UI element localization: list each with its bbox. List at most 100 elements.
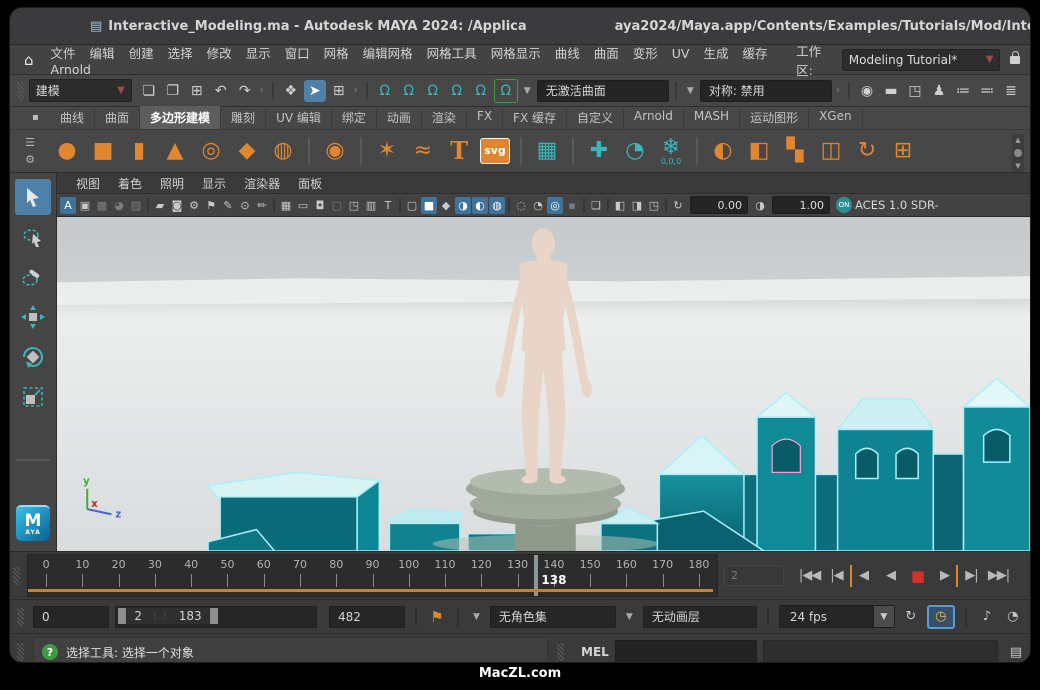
snap-to-view-planes-icon[interactable]: Ω [470,80,492,102]
viewport-3d-canvas[interactable]: y x z [57,217,1030,551]
paint-select-tool[interactable] [15,259,51,295]
render-current-frame-icon[interactable]: ▬ [880,80,902,102]
shelf-gear-icon[interactable]: ⚙ [25,153,35,166]
center-pivot-icon[interactable]: ✚ [582,133,616,169]
drag-handle[interactable] [17,82,24,100]
film-gate-icon[interactable]: ▭ [295,197,311,214]
mute-button[interactable]: ♪ [977,607,997,627]
ambient-occlusion-icon[interactable]: ◎ [547,197,563,214]
scale-tool[interactable] [15,379,51,415]
platonic-solid-icon[interactable]: ◉ [318,133,352,169]
shelf-tab-curves[interactable]: 曲线 [50,106,95,129]
gamma-field[interactable]: 1.00 [772,196,830,214]
animation-preferences-button[interactable]: ◔ [1003,607,1023,627]
step-forward-key-button[interactable]: ▶ [931,565,958,587]
remesh-icon[interactable]: ⊞ [886,133,920,169]
menu-deform[interactable]: 变形 [626,43,665,64]
mel-input-field[interactable] [615,640,757,662]
panel-menu-shading[interactable]: 着色 [109,174,151,193]
timeline-ruler[interactable]: 0102030405060708090100110120130140150160… [27,554,718,597]
menu-display[interactable]: 显示 [239,43,278,64]
character-set-field[interactable]: 无角色集 [490,606,616,628]
select-object-mode-icon[interactable]: ➤ [304,80,326,102]
open-scene-icon[interactable]: ❐ [162,80,184,102]
grid-icon[interactable]: ▦ [278,197,294,214]
range-end-handle[interactable] [210,608,218,624]
menu-mesh-display[interactable]: 网格显示 [484,43,548,64]
redo-icon[interactable]: ↷ [234,80,256,102]
playback-aux-field[interactable]: 2 [724,565,784,586]
scroll-knob[interactable] [1014,149,1022,157]
range-start-handle[interactable] [118,608,126,624]
playback-speed-selector[interactable]: 24 fps▼ [779,605,895,628]
menu-mesh[interactable]: 网格 [317,43,356,64]
lock-camera-icon[interactable]: ◙ [169,197,185,214]
shelf-tab-fx-caching[interactable]: FX 缓存 [503,106,567,129]
panel-menu-lighting[interactable]: 照明 [151,174,193,193]
shelf-tab-xgen[interactable]: XGen [809,106,863,129]
super-shape-icon[interactable]: ✶ [370,133,404,169]
exposure-field[interactable]: 0.00 [690,196,748,214]
selection-highlighting-icon[interactable]: ▣ [77,197,93,214]
panel-menu-view[interactable]: 视图 [67,174,109,193]
resolution-gate-icon[interactable]: ◘ [312,197,328,214]
shelf-tab-animation[interactable]: 动画 [377,106,422,129]
exposure-icon[interactable]: ↻ [670,197,686,214]
step-forward-frame-button[interactable]: ▶| [958,565,985,587]
play-backwards-button[interactable]: ◀ [877,565,904,587]
shelf-tab-rigging[interactable]: 绑定 [332,106,377,129]
texture-view-icon[interactable]: T [380,197,396,214]
helix-icon[interactable]: ≈ [406,133,440,169]
image-plane-icon[interactable]: ▥ [363,197,379,214]
snap-to-projected-center-icon[interactable]: Ω [446,80,468,102]
stop-button[interactable]: ■ [904,565,931,587]
menu-windows[interactable]: 窗口 [278,43,317,64]
step-back-frame-button[interactable]: |◀ [823,565,850,587]
freeze-transform-icon[interactable]: ❄0,0,0 [654,133,688,169]
occlusion-icon[interactable]: ◌ [513,197,529,214]
textured-display-icon[interactable]: ◆ [438,197,454,214]
bookmark-icon[interactable]: ⚑ [203,197,219,214]
quad-draw-icon[interactable]: ◐ [706,133,740,169]
live-surface-field[interactable]: 无激活曲面 [537,80,669,102]
poly-torus-icon[interactable]: ◎ [194,133,228,169]
wireframe-display-icon[interactable]: ▢ [404,197,420,214]
shelf-tabs-menu-icon[interactable]: ▪ [32,107,39,129]
shelf-tab-custom[interactable]: 自定义 [567,106,624,129]
menu-mesh-tools[interactable]: 网格工具 [420,43,484,64]
drag-handle[interactable] [17,643,24,661]
camera-attributes-icon[interactable]: ⚙ [186,197,202,214]
menu-surfaces[interactable]: 曲面 [587,43,626,64]
gate-mask-icon[interactable]: ▢ [329,197,345,214]
snap-to-grids-icon[interactable]: Ω [374,80,396,102]
shelf-scrollbar[interactable]: ▲ ▼ [1012,134,1024,172]
sweep-mesh-icon[interactable]: ▦ [530,133,564,169]
cached-playback-toggle[interactable]: ◷ [927,605,955,629]
workspace-selector[interactable]: Modeling Tutorial*▼ [842,49,1001,71]
mirror-icon[interactable]: ◫ [814,133,848,169]
paste-view-icon[interactable]: ◨ [629,197,645,214]
select-hierarchy-mode-icon[interactable]: ❖ [280,80,302,102]
shadows-icon[interactable]: ◐ [472,197,488,214]
script-editor-icon[interactable]: ▤ [1006,641,1026,662]
new-scene-icon[interactable]: ❏ [138,80,160,102]
isolate-select-icon[interactable]: ❏ [588,197,604,214]
smooth-icon[interactable]: ↻ [850,133,884,169]
menu-arnold[interactable]: Arnold [44,59,98,80]
menu-edit-mesh[interactable]: 编辑网格 [356,43,420,64]
chevron-down-icon[interactable]: ▼ [524,86,531,96]
render-settings-icon[interactable]: ◳ [904,80,926,102]
menu-modify[interactable]: 修改 [200,43,239,64]
view-transform-chip[interactable]: ON ACES 1.0 SDR- [836,197,941,213]
smooth-wireframe-icon[interactable]: ▨ [128,197,144,214]
scroll-up-icon[interactable]: ▲ [1015,136,1020,144]
chevron-down-icon[interactable]: ▼ [626,612,633,622]
shelf-tab-arnold[interactable]: Arnold [624,106,684,129]
snap-to-curves-icon[interactable]: Ω [398,80,420,102]
go-to-end-button[interactable]: ▶▶| [985,565,1012,587]
contrast-icon[interactable]: ◑ [752,197,768,214]
panel-menu-show[interactable]: 显示 [193,174,235,193]
shelf-tab-surfaces[interactable]: 曲面 [95,106,140,129]
separate-icon[interactable]: ▚ [778,133,812,169]
annotate-icon[interactable]: ✏ [254,197,270,214]
